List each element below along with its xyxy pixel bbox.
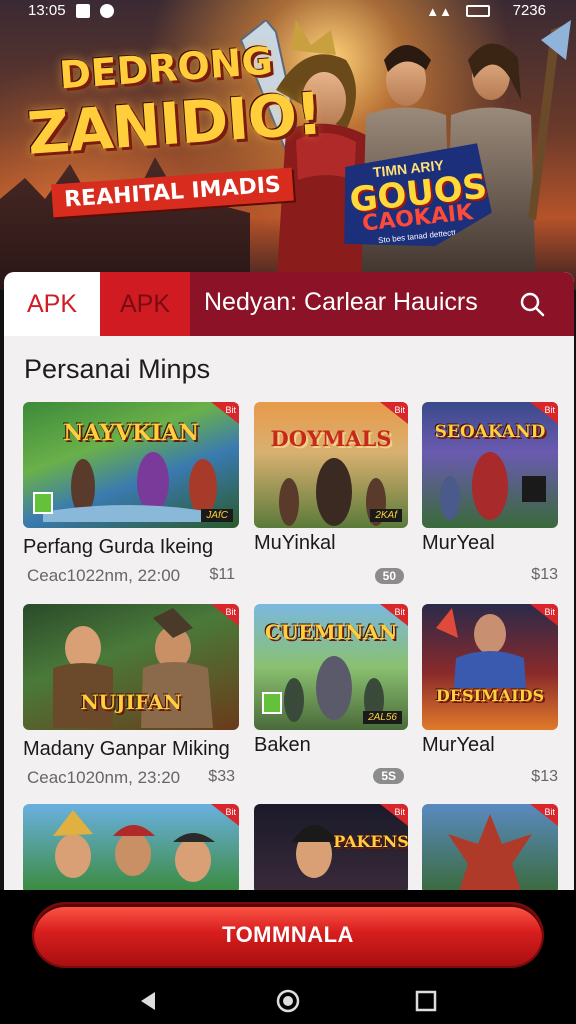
game-logo: DOYMALS <box>270 426 392 451</box>
hero-title: DEDRONG ZANIDIO! <box>22 35 324 168</box>
game-card[interactable]: Bit <box>422 804 558 890</box>
game-card[interactable]: SEOAKAND Bit MurYeal $13 <box>422 402 558 588</box>
game-card[interactable]: Bit <box>23 804 239 890</box>
corner-ribbon: Bit <box>380 402 408 424</box>
section-title: Persanai Minps <box>24 354 211 384</box>
game-card[interactable]: CUEMINAN 2AL56 Bit Baken 5S <box>254 604 408 790</box>
corner-ribbon: Bit <box>380 804 408 826</box>
tab-apk[interactable]: APK <box>100 272 190 336</box>
tab-apk-active[interactable]: APK <box>4 272 100 336</box>
status-right-text: 7236 <box>512 2 546 19</box>
game-artwork <box>53 810 215 882</box>
recents-icon[interactable] <box>406 986 446 1016</box>
game-title: MuYinkal <box>254 532 336 554</box>
game-title: MurYeal <box>422 532 495 554</box>
search-icon[interactable] <box>518 290 546 318</box>
app-badge-icon <box>262 692 282 714</box>
game-price: $13 <box>531 768 558 785</box>
notification-icon <box>76 4 90 18</box>
game-card[interactable]: DESIMAIDS Bit MurYeal $13 <box>422 604 558 790</box>
game-artwork <box>440 452 546 520</box>
game-price: $11 <box>209 566 235 583</box>
game-count-badge: 5S <box>373 768 404 784</box>
home-icon[interactable] <box>268 986 308 1016</box>
game-title: Perfang Gurda Ikeing <box>23 536 214 558</box>
bottom-bar: TOMMNALA <box>0 890 576 1024</box>
content-sheet: APK APK Nedyan: Carlear Hauicrs Persanai… <box>4 272 574 890</box>
hero-banner[interactable]: DEDRONG ZANIDIO! REAHITAL IMADIS TIMN AR… <box>0 0 576 290</box>
game-meta: Ceac1020nm, 23:20 <box>27 768 181 787</box>
game-thumbnail: PAKENS Bit <box>254 804 408 890</box>
tab-bar: APK APK Nedyan: Carlear Hauicrs <box>4 272 574 336</box>
corner-ribbon: Bit <box>530 402 558 424</box>
tab-bar-title: Nedyan: Carlear Hauicrs <box>204 288 478 316</box>
game-meta: Ceac1022nm, 22:00 <box>27 566 181 585</box>
game-title: Madany Ganpar Miking <box>23 738 230 760</box>
game-artwork <box>436 608 526 688</box>
game-card[interactable]: PAKENS Bit <box>254 804 408 890</box>
game-price: $33 <box>208 768 235 785</box>
game-logo: DESIMAIDS <box>435 686 545 705</box>
game-thumbnail: NAYVKIAN JAfC Bit <box>23 402 239 528</box>
game-count-badge: 50 <box>374 568 404 584</box>
game-artwork <box>43 452 223 522</box>
game-thumbnail: SEOAKAND Bit <box>422 402 558 528</box>
game-price: $13 <box>531 566 558 583</box>
game-logo: SEOAKAND <box>434 422 546 442</box>
game-artwork <box>448 814 532 890</box>
game-thumbnail: DESIMAIDS Bit <box>422 604 558 730</box>
game-thumbnail: Bit <box>23 804 239 890</box>
game-card[interactable]: DOYMALS 2KAf Bit MuYinkal 50 <box>254 402 408 588</box>
game-logo: NUJIFAN <box>80 690 182 714</box>
app-status-icon <box>100 4 114 18</box>
status-bar: 13:05 ▲▲ 7236 <box>0 0 576 22</box>
signal-icon: ▲▲ <box>426 4 452 19</box>
game-tag: 2AL56 <box>363 711 402 724</box>
game-tag: JAfC <box>201 509 233 522</box>
game-thumbnail: DOYMALS 2KAf Bit <box>254 402 408 528</box>
game-thumbnail: Bit <box>422 804 558 890</box>
game-thumbnail: CUEMINAN 2AL56 Bit <box>254 604 408 730</box>
game-logo: PAKENS <box>333 832 408 851</box>
primary-action-button[interactable]: TOMMNALA <box>34 904 542 966</box>
game-tag: 2KAf <box>370 509 402 522</box>
game-thumbnail: NUJIFAN Bit <box>23 604 239 730</box>
game-title: MurYeal <box>422 734 495 756</box>
app-badge-icon <box>33 492 53 514</box>
game-card[interactable]: NUJIFAN Bit Madany Ganpar Miking Ceac102… <box>23 604 239 790</box>
game-card[interactable]: NAYVKIAN JAfC Bit Perfang Gurda Ikeing C… <box>23 402 239 588</box>
status-time: 13:05 <box>28 2 66 19</box>
battery-icon <box>466 5 490 17</box>
game-title: Baken <box>254 734 311 756</box>
back-icon[interactable] <box>128 986 168 1016</box>
game-logo: CUEMINAN <box>264 620 398 644</box>
